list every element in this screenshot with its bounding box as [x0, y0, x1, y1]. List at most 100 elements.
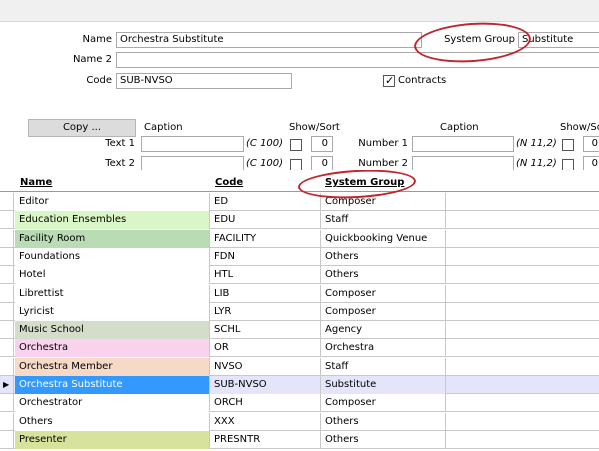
cell-code[interactable]: ED [210, 193, 321, 211]
table-row[interactable]: Editor ED Composer [0, 193, 599, 211]
column-header-code[interactable]: Code [215, 177, 243, 188]
cell-name[interactable]: Music School [15, 321, 210, 340]
table-row[interactable]: Education Ensembles EDU Staff [0, 211, 599, 230]
row-indicator[interactable] [0, 247, 14, 266]
cell-system-group[interactable]: Others [321, 412, 446, 431]
text1-caption-field[interactable] [141, 136, 244, 152]
code-field[interactable]: SUB-NVSO [116, 73, 292, 89]
table-row[interactable]: Librettist LIB Composer [0, 284, 599, 303]
cell-code[interactable]: ORCH [210, 394, 321, 413]
system-group-field[interactable]: Substitute [518, 32, 599, 48]
row-indicator[interactable] [0, 229, 14, 248]
number1-caption-field[interactable] [412, 136, 514, 152]
row-indicator[interactable] [0, 430, 14, 449]
row-indicator[interactable] [0, 321, 14, 340]
cell-name[interactable]: Orchestra Substitute [15, 376, 210, 394]
cell-code[interactable]: SUB-NVSO [210, 376, 321, 394]
cell-system-group[interactable]: Quickbooking Venue [321, 229, 446, 248]
cell-system-group[interactable]: Staff [321, 211, 446, 230]
name2-field[interactable] [116, 52, 599, 68]
cell-name[interactable]: Hotel [15, 266, 210, 285]
cell-code[interactable]: OR [210, 339, 321, 358]
table-row[interactable]: ▶ Orchestra Substitute SUB-NVSO Substitute [0, 376, 599, 394]
number2-caption-field[interactable] [412, 156, 514, 170]
row-indicator[interactable] [0, 357, 14, 376]
contact-types-grid: Name Code System Group Editor ED Composer E… [0, 170, 599, 451]
cell-name[interactable]: Orchestra [15, 339, 210, 358]
table-row[interactable]: Orchestra Member NVSO Staff [0, 357, 599, 376]
cell-system-group[interactable]: Orchestra [321, 339, 446, 358]
text1-sort-field[interactable]: 0 [311, 136, 333, 152]
show-sort-header-right: Show/So [560, 122, 599, 133]
cell-name[interactable]: Education Ensembles [15, 211, 210, 230]
text2-caption-field[interactable] [141, 156, 244, 170]
cell-code[interactable]: SCHL [210, 321, 321, 340]
cell-name[interactable]: Orchestra Member [15, 357, 210, 376]
cell-name[interactable]: Orchestrator [15, 394, 210, 413]
table-row[interactable]: Facility Room FACILITY Quickbooking Venue [0, 229, 599, 248]
row-indicator[interactable] [0, 339, 14, 358]
text2-type: (C 100) [246, 158, 284, 169]
cell-code[interactable]: FACILITY [210, 229, 321, 248]
cell-code[interactable]: LIB [210, 284, 321, 303]
cell-system-group[interactable]: Substitute [321, 376, 446, 394]
cell-system-group[interactable]: Composer [321, 302, 446, 321]
text1-show-checkbox[interactable] [290, 139, 302, 151]
cell-code[interactable]: FDN [210, 247, 321, 266]
number2-sort-field[interactable]: 0 [583, 156, 599, 170]
table-row[interactable]: Orchestrator ORCH Composer [0, 394, 599, 413]
row-indicator[interactable] [0, 394, 14, 413]
cell-name[interactable]: Facility Room [15, 229, 210, 248]
table-row[interactable]: Hotel HTL Others [0, 266, 599, 285]
cell-name[interactable]: Presenter [15, 430, 210, 449]
cell-system-group[interactable]: Agency [321, 321, 446, 340]
row-indicator[interactable] [0, 302, 14, 321]
table-row[interactable]: Orchestra OR Orchestra [0, 339, 599, 358]
cell-system-group[interactable]: Others [321, 430, 446, 449]
cell-name[interactable]: Others [15, 412, 210, 431]
text2-sort-field[interactable]: 0 [311, 156, 333, 170]
cell-code[interactable]: LYR [210, 302, 321, 321]
number1-sort-field[interactable]: 0 [583, 136, 599, 152]
name-field[interactable]: Orchestra Substitute [116, 32, 422, 48]
cell-code[interactable]: PRESNTR [210, 430, 321, 449]
number1-show-checkbox[interactable] [562, 139, 574, 151]
column-header-name[interactable]: Name [20, 177, 52, 188]
cell-name[interactable]: Foundations [15, 247, 210, 266]
number2-label: Number 2 [358, 158, 408, 169]
table-row[interactable]: Others XXX Others [0, 412, 599, 431]
row-indicator[interactable] [0, 193, 14, 211]
cell-system-group[interactable]: Others [321, 266, 446, 285]
text1-type: (C 100) [246, 138, 284, 149]
row-indicator[interactable] [0, 284, 14, 303]
table-row[interactable]: Foundations FDN Others [0, 247, 599, 266]
cell-name[interactable]: Librettist [15, 284, 210, 303]
toolbar-strip [0, 0, 599, 22]
grid-header-row: Name Code System Group [0, 175, 599, 192]
cell-system-group[interactable]: Others [321, 247, 446, 266]
table-row[interactable]: Music School SCHL Agency [0, 321, 599, 340]
number2-show-checkbox[interactable] [562, 159, 574, 170]
cell-code[interactable]: EDU [210, 211, 321, 230]
cell-system-group[interactable]: Composer [321, 394, 446, 413]
text2-show-checkbox[interactable] [290, 159, 302, 170]
cell-name[interactable]: Lyricist [15, 302, 210, 321]
row-indicator[interactable] [0, 211, 14, 230]
table-row[interactable]: Lyricist LYR Composer [0, 302, 599, 321]
cell-code[interactable]: XXX [210, 412, 321, 431]
row-indicator[interactable] [0, 266, 14, 285]
column-header-system-group[interactable]: System Group [325, 177, 404, 188]
cell-code[interactable]: HTL [210, 266, 321, 285]
table-row[interactable]: Presenter PRESNTR Others [0, 430, 599, 449]
cell-name[interactable]: Editor [15, 193, 210, 211]
contact-type-form: Name Orchestra Substitute System Group S… [0, 22, 599, 170]
row-indicator[interactable]: ▶ [0, 376, 14, 394]
cell-system-group[interactable]: Staff [321, 357, 446, 376]
copy-button[interactable]: Copy ... [28, 119, 136, 137]
caption-header-left: Caption [144, 122, 183, 133]
cell-system-group[interactable]: Composer [321, 284, 446, 303]
cell-system-group[interactable]: Composer [321, 193, 446, 211]
row-indicator[interactable] [0, 412, 14, 431]
contracts-checkbox[interactable] [383, 74, 395, 87]
cell-code[interactable]: NVSO [210, 357, 321, 376]
